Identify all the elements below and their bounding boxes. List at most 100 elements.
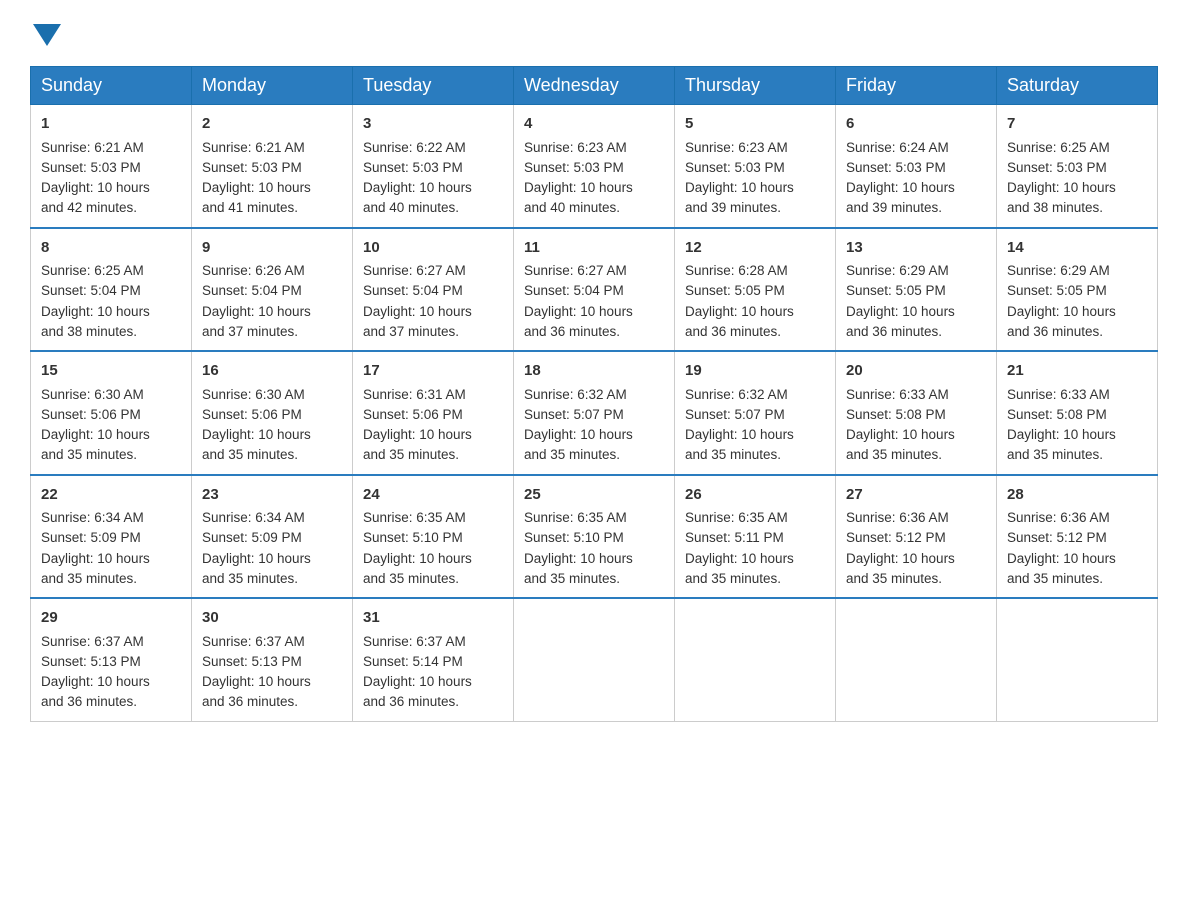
sunset-label: Sunset: 5:07 PM	[685, 407, 785, 422]
sunset-label: Sunset: 5:03 PM	[363, 160, 463, 175]
sunset-label: Sunset: 5:09 PM	[202, 530, 302, 545]
sunrise-label: Sunrise: 6:35 AM	[685, 510, 788, 525]
day-number: 23	[202, 484, 342, 507]
daylight-minutes: and 39 minutes.	[685, 200, 781, 215]
day-number: 17	[363, 360, 503, 383]
calendar-cell: 22 Sunrise: 6:34 AM Sunset: 5:09 PM Dayl…	[31, 475, 192, 599]
daylight-label: Daylight: 10 hours	[1007, 304, 1116, 319]
sunset-label: Sunset: 5:03 PM	[846, 160, 946, 175]
daylight-label: Daylight: 10 hours	[1007, 427, 1116, 442]
sunset-label: Sunset: 5:04 PM	[41, 283, 141, 298]
sunset-label: Sunset: 5:14 PM	[363, 654, 463, 669]
calendar-cell: 20 Sunrise: 6:33 AM Sunset: 5:08 PM Dayl…	[836, 351, 997, 475]
daylight-label: Daylight: 10 hours	[1007, 180, 1116, 195]
calendar-cell: 7 Sunrise: 6:25 AM Sunset: 5:03 PM Dayli…	[997, 105, 1158, 228]
day-number: 5	[685, 113, 825, 136]
daylight-minutes: and 36 minutes.	[1007, 324, 1103, 339]
daylight-label: Daylight: 10 hours	[685, 304, 794, 319]
sunset-label: Sunset: 5:06 PM	[41, 407, 141, 422]
calendar-cell: 28 Sunrise: 6:36 AM Sunset: 5:12 PM Dayl…	[997, 475, 1158, 599]
calendar-cell: 29 Sunrise: 6:37 AM Sunset: 5:13 PM Dayl…	[31, 598, 192, 721]
day-number: 20	[846, 360, 986, 383]
sunrise-label: Sunrise: 6:21 AM	[202, 140, 305, 155]
daylight-minutes: and 36 minutes.	[363, 694, 459, 709]
sunrise-label: Sunrise: 6:37 AM	[41, 634, 144, 649]
sunrise-label: Sunrise: 6:25 AM	[41, 263, 144, 278]
daylight-minutes: and 35 minutes.	[524, 447, 620, 462]
day-number: 22	[41, 484, 181, 507]
daylight-minutes: and 35 minutes.	[1007, 571, 1103, 586]
calendar-cell: 5 Sunrise: 6:23 AM Sunset: 5:03 PM Dayli…	[675, 105, 836, 228]
day-number: 31	[363, 607, 503, 630]
calendar-week-1: 1 Sunrise: 6:21 AM Sunset: 5:03 PM Dayli…	[31, 105, 1158, 228]
daylight-minutes: and 35 minutes.	[202, 447, 298, 462]
sunset-label: Sunset: 5:03 PM	[685, 160, 785, 175]
calendar-cell: 16 Sunrise: 6:30 AM Sunset: 5:06 PM Dayl…	[192, 351, 353, 475]
sunset-label: Sunset: 5:03 PM	[202, 160, 302, 175]
daylight-minutes: and 35 minutes.	[363, 571, 459, 586]
calendar-cell: 3 Sunrise: 6:22 AM Sunset: 5:03 PM Dayli…	[353, 105, 514, 228]
weekday-header-tuesday: Tuesday	[353, 67, 514, 105]
daylight-label: Daylight: 10 hours	[41, 427, 150, 442]
calendar-cell: 25 Sunrise: 6:35 AM Sunset: 5:10 PM Dayl…	[514, 475, 675, 599]
sunset-label: Sunset: 5:13 PM	[41, 654, 141, 669]
calendar-cell: 21 Sunrise: 6:33 AM Sunset: 5:08 PM Dayl…	[997, 351, 1158, 475]
sunset-label: Sunset: 5:06 PM	[363, 407, 463, 422]
sunrise-label: Sunrise: 6:37 AM	[202, 634, 305, 649]
daylight-label: Daylight: 10 hours	[41, 304, 150, 319]
sunrise-label: Sunrise: 6:23 AM	[524, 140, 627, 155]
sunset-label: Sunset: 5:05 PM	[685, 283, 785, 298]
calendar-week-2: 8 Sunrise: 6:25 AM Sunset: 5:04 PM Dayli…	[31, 228, 1158, 352]
calendar-cell	[997, 598, 1158, 721]
logo-top	[30, 20, 61, 46]
day-number: 24	[363, 484, 503, 507]
daylight-label: Daylight: 10 hours	[41, 551, 150, 566]
calendar-cell: 1 Sunrise: 6:21 AM Sunset: 5:03 PM Dayli…	[31, 105, 192, 228]
sunset-label: Sunset: 5:03 PM	[41, 160, 141, 175]
day-number: 13	[846, 237, 986, 260]
daylight-minutes: and 41 minutes.	[202, 200, 298, 215]
daylight-label: Daylight: 10 hours	[685, 551, 794, 566]
sunset-label: Sunset: 5:12 PM	[846, 530, 946, 545]
daylight-label: Daylight: 10 hours	[846, 427, 955, 442]
daylight-label: Daylight: 10 hours	[363, 551, 472, 566]
page-header	[30, 20, 1158, 46]
sunrise-label: Sunrise: 6:26 AM	[202, 263, 305, 278]
daylight-minutes: and 35 minutes.	[363, 447, 459, 462]
calendar-cell: 6 Sunrise: 6:24 AM Sunset: 5:03 PM Dayli…	[836, 105, 997, 228]
calendar-week-3: 15 Sunrise: 6:30 AM Sunset: 5:06 PM Dayl…	[31, 351, 1158, 475]
day-number: 14	[1007, 237, 1147, 260]
day-number: 29	[41, 607, 181, 630]
daylight-label: Daylight: 10 hours	[41, 674, 150, 689]
sunset-label: Sunset: 5:04 PM	[524, 283, 624, 298]
sunrise-label: Sunrise: 6:29 AM	[1007, 263, 1110, 278]
daylight-minutes: and 36 minutes.	[202, 694, 298, 709]
calendar-week-4: 22 Sunrise: 6:34 AM Sunset: 5:09 PM Dayl…	[31, 475, 1158, 599]
daylight-label: Daylight: 10 hours	[363, 180, 472, 195]
day-number: 18	[524, 360, 664, 383]
day-number: 16	[202, 360, 342, 383]
calendar-cell: 10 Sunrise: 6:27 AM Sunset: 5:04 PM Dayl…	[353, 228, 514, 352]
day-number: 6	[846, 113, 986, 136]
daylight-label: Daylight: 10 hours	[524, 180, 633, 195]
calendar-cell: 27 Sunrise: 6:36 AM Sunset: 5:12 PM Dayl…	[836, 475, 997, 599]
daylight-label: Daylight: 10 hours	[846, 180, 955, 195]
calendar-cell: 14 Sunrise: 6:29 AM Sunset: 5:05 PM Dayl…	[997, 228, 1158, 352]
calendar-cell: 11 Sunrise: 6:27 AM Sunset: 5:04 PM Dayl…	[514, 228, 675, 352]
sunrise-label: Sunrise: 6:21 AM	[41, 140, 144, 155]
day-number: 7	[1007, 113, 1147, 136]
daylight-minutes: and 35 minutes.	[685, 571, 781, 586]
day-number: 15	[41, 360, 181, 383]
daylight-minutes: and 38 minutes.	[1007, 200, 1103, 215]
weekday-header-row: SundayMondayTuesdayWednesdayThursdayFrid…	[31, 67, 1158, 105]
weekday-header-thursday: Thursday	[675, 67, 836, 105]
day-number: 2	[202, 113, 342, 136]
day-number: 4	[524, 113, 664, 136]
calendar-week-5: 29 Sunrise: 6:37 AM Sunset: 5:13 PM Dayl…	[31, 598, 1158, 721]
daylight-minutes: and 40 minutes.	[524, 200, 620, 215]
daylight-label: Daylight: 10 hours	[363, 427, 472, 442]
daylight-label: Daylight: 10 hours	[846, 551, 955, 566]
sunrise-label: Sunrise: 6:23 AM	[685, 140, 788, 155]
sunset-label: Sunset: 5:05 PM	[1007, 283, 1107, 298]
calendar-cell	[836, 598, 997, 721]
